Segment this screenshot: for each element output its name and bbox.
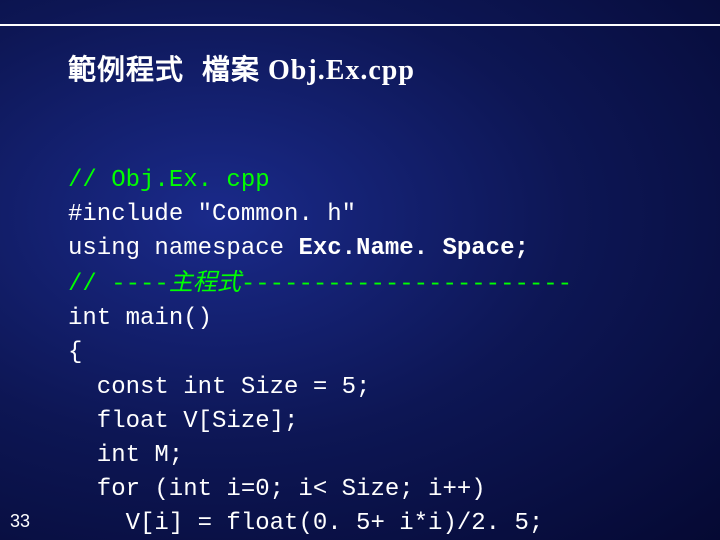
code-line-3b: Exc.Name. Space; (298, 235, 528, 262)
slide-number: 33 (10, 511, 30, 532)
code-line-6: { (68, 339, 82, 366)
code-block: // Obj.Ex. cpp #include "Common. h" usin… (68, 130, 572, 540)
code-line-4b: 主程式 (169, 270, 241, 296)
title-part3: Obj.Ex.cpp (260, 55, 415, 86)
code-line-10: for (int i=0; i< Size; i++) (97, 476, 486, 503)
code-line-4a: // ---- (68, 271, 169, 298)
code-line-2: #include "Common. h" (68, 201, 356, 228)
horizontal-divider (0, 24, 720, 26)
code-line-5: int main() (68, 305, 212, 332)
code-line-1: // Obj.Ex. cpp (68, 167, 270, 194)
code-line-3a: using namespace (68, 235, 298, 262)
title-part1: 範例程式 (68, 55, 184, 86)
code-line-8: float V[Size]; (97, 408, 299, 435)
code-line-7: const int Size = 5; (97, 374, 371, 401)
code-line-9: int M; (97, 442, 183, 469)
title-part2: 檔案 (202, 55, 260, 86)
code-line-11: V[i] = float(0. 5+ i*i)/2. 5; (126, 510, 544, 537)
code-line-4c: ----------------------- (241, 271, 572, 298)
slide-title: 範例程式檔案 Obj.Ex.cpp (68, 48, 415, 88)
